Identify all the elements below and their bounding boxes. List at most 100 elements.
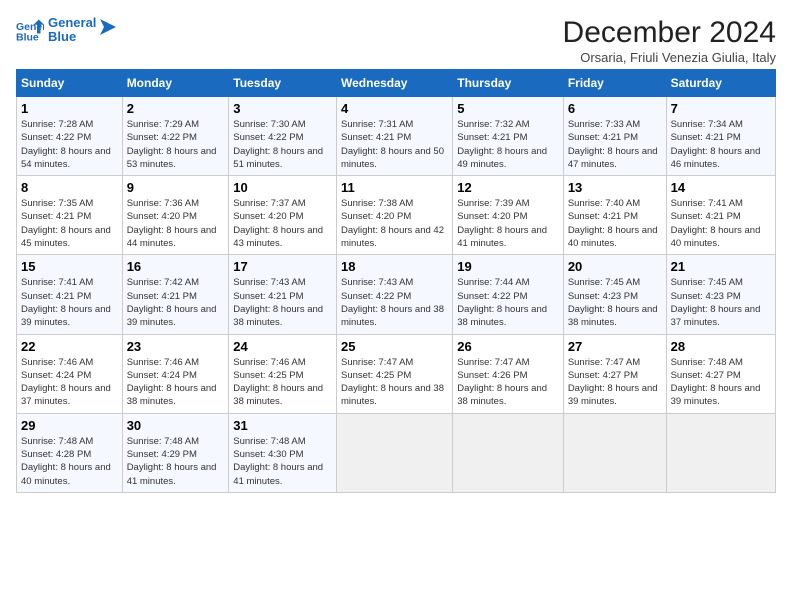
header-sunday: Sunday	[17, 70, 123, 97]
calendar-cell: 31Sunrise: 7:48 AMSunset: 4:30 PMDayligh…	[229, 413, 337, 492]
header-saturday: Saturday	[666, 70, 775, 97]
day-number: 15	[21, 259, 118, 274]
day-info: Sunrise: 7:39 AMSunset: 4:20 PMDaylight:…	[457, 197, 559, 250]
day-info: Sunrise: 7:44 AMSunset: 4:22 PMDaylight:…	[457, 276, 559, 329]
calendar-cell: 1 Sunrise: 7:28 AMSunset: 4:22 PMDaylight…	[17, 97, 123, 176]
logo-icon: General Blue	[16, 16, 44, 44]
calendar-cell: 12Sunrise: 7:39 AMSunset: 4:20 PMDayligh…	[453, 176, 564, 255]
calendar-header-row: SundayMondayTuesdayWednesdayThursdayFrid…	[17, 70, 776, 97]
header-tuesday: Tuesday	[229, 70, 337, 97]
calendar-cell: 24Sunrise: 7:46 AMSunset: 4:25 PMDayligh…	[229, 334, 337, 413]
day-number: 30	[127, 418, 225, 433]
page-subtitle: Orsaria, Friuli Venezia Giulia, Italy	[563, 50, 776, 65]
day-number: 31	[233, 418, 332, 433]
calendar-cell: 11 Sunrise: 7:38 AMSunset: 4:20 PMDayligh…	[337, 176, 453, 255]
calendar-cell: 22Sunrise: 7:46 AMSunset: 4:24 PMDayligh…	[17, 334, 123, 413]
day-info: Sunrise: 7:31 AMSunset: 4:21 PMDaylight:…	[341, 118, 448, 171]
week-row-4: 22Sunrise: 7:46 AMSunset: 4:24 PMDayligh…	[17, 334, 776, 413]
calendar-cell: 29 Sunrise: 7:48 AMSunset: 4:28 PMDayligh…	[17, 413, 123, 492]
calendar-cell: 25Sunrise: 7:47 AMSunset: 4:25 PMDayligh…	[337, 334, 453, 413]
day-number: 17	[233, 259, 332, 274]
day-info: Sunrise: 7:28 AMSunset: 4:22 PMDaylight:…	[21, 118, 118, 171]
calendar-cell: 17 Sunrise: 7:43 AMSunset: 4:21 PMDayligh…	[229, 255, 337, 334]
day-number: 8	[21, 180, 118, 195]
day-info: Sunrise: 7:48 AMSunset: 4:29 PMDaylight:…	[127, 435, 225, 488]
day-number: 4	[341, 101, 448, 116]
day-info: Sunrise: 7:30 AMSunset: 4:22 PMDaylight:…	[233, 118, 332, 171]
day-number: 18	[341, 259, 448, 274]
day-number: 28	[671, 339, 771, 354]
day-number: 10	[233, 180, 332, 195]
calendar-cell: 13 Sunrise: 7:40 AMSunset: 4:21 PMDayligh…	[563, 176, 666, 255]
logo: General Blue General Blue	[16, 16, 116, 45]
day-number: 3	[233, 101, 332, 116]
calendar-cell: 30 Sunrise: 7:48 AMSunset: 4:29 PMDayligh…	[122, 413, 229, 492]
day-info: Sunrise: 7:40 AMSunset: 4:21 PMDaylight:…	[568, 197, 662, 250]
calendar-cell: 6 Sunrise: 7:33 AMSunset: 4:21 PMDaylight…	[563, 97, 666, 176]
day-number: 1	[21, 101, 118, 116]
day-info: Sunrise: 7:41 AMSunset: 4:21 PMDaylight:…	[671, 197, 771, 250]
day-info: Sunrise: 7:47 AMSunset: 4:27 PMDaylight:…	[568, 356, 662, 409]
calendar-cell: 28 Sunrise: 7:48 AMSunset: 4:27 PMDayligh…	[666, 334, 775, 413]
calendar-cell: 26Sunrise: 7:47 AMSunset: 4:26 PMDayligh…	[453, 334, 564, 413]
calendar-cell: 23Sunrise: 7:46 AMSunset: 4:24 PMDayligh…	[122, 334, 229, 413]
calendar-cell: 2 Sunrise: 7:29 AMSunset: 4:22 PMDaylight…	[122, 97, 229, 176]
day-info: Sunrise: 7:46 AMSunset: 4:25 PMDaylight:…	[233, 356, 332, 409]
day-info: Sunrise: 7:48 AMSunset: 4:28 PMDaylight:…	[21, 435, 118, 488]
header-friday: Friday	[563, 70, 666, 97]
week-row-3: 15 Sunrise: 7:41 AMSunset: 4:21 PMDayligh…	[17, 255, 776, 334]
calendar-cell: 18Sunrise: 7:43 AMSunset: 4:22 PMDayligh…	[337, 255, 453, 334]
day-info: Sunrise: 7:45 AMSunset: 4:23 PMDaylight:…	[568, 276, 662, 329]
calendar-cell	[563, 413, 666, 492]
header-wednesday: Wednesday	[337, 70, 453, 97]
day-number: 26	[457, 339, 559, 354]
calendar-cell: 9 Sunrise: 7:36 AMSunset: 4:20 PMDaylight…	[122, 176, 229, 255]
logo-general: General	[48, 16, 96, 30]
day-number: 27	[568, 339, 662, 354]
calendar-cell: 16Sunrise: 7:42 AMSunset: 4:21 PMDayligh…	[122, 255, 229, 334]
calendar-cell: 4 Sunrise: 7:31 AMSunset: 4:21 PMDaylight…	[337, 97, 453, 176]
week-row-5: 29 Sunrise: 7:48 AMSunset: 4:28 PMDayligh…	[17, 413, 776, 492]
page-title: December 2024	[563, 16, 776, 50]
day-number: 2	[127, 101, 225, 116]
day-info: Sunrise: 7:37 AMSunset: 4:20 PMDaylight:…	[233, 197, 332, 250]
week-row-2: 8 Sunrise: 7:35 AMSunset: 4:21 PMDaylight…	[17, 176, 776, 255]
calendar-cell: 27 Sunrise: 7:47 AMSunset: 4:27 PMDayligh…	[563, 334, 666, 413]
day-info: Sunrise: 7:29 AMSunset: 4:22 PMDaylight:…	[127, 118, 225, 171]
calendar-cell: 21Sunrise: 7:45 AMSunset: 4:23 PMDayligh…	[666, 255, 775, 334]
calendar-cell: 19Sunrise: 7:44 AMSunset: 4:22 PMDayligh…	[453, 255, 564, 334]
calendar-cell: 8 Sunrise: 7:35 AMSunset: 4:21 PMDaylight…	[17, 176, 123, 255]
calendar-table: SundayMondayTuesdayWednesdayThursdayFrid…	[16, 69, 776, 493]
day-info: Sunrise: 7:33 AMSunset: 4:21 PMDaylight:…	[568, 118, 662, 171]
header-thursday: Thursday	[453, 70, 564, 97]
day-number: 9	[127, 180, 225, 195]
day-info: Sunrise: 7:48 AMSunset: 4:27 PMDaylight:…	[671, 356, 771, 409]
day-info: Sunrise: 7:43 AMSunset: 4:21 PMDaylight:…	[233, 276, 332, 329]
day-number: 7	[671, 101, 771, 116]
day-info: Sunrise: 7:41 AMSunset: 4:21 PMDaylight:…	[21, 276, 118, 329]
calendar-cell: 7 Sunrise: 7:34 AMSunset: 4:21 PMDaylight…	[666, 97, 775, 176]
day-number: 20	[568, 259, 662, 274]
day-number: 25	[341, 339, 448, 354]
calendar-cell: 3 Sunrise: 7:30 AMSunset: 4:22 PMDaylight…	[229, 97, 337, 176]
day-number: 16	[127, 259, 225, 274]
header-area: General Blue General Blue December 2024 …	[16, 16, 776, 65]
day-info: Sunrise: 7:45 AMSunset: 4:23 PMDaylight:…	[671, 276, 771, 329]
day-info: Sunrise: 7:36 AMSunset: 4:20 PMDaylight:…	[127, 197, 225, 250]
day-number: 14	[671, 180, 771, 195]
day-number: 13	[568, 180, 662, 195]
day-info: Sunrise: 7:38 AMSunset: 4:20 PMDaylight:…	[341, 197, 448, 250]
logo-arrow-icon	[100, 19, 116, 41]
calendar-cell	[337, 413, 453, 492]
day-number: 11	[341, 180, 448, 195]
day-number: 29	[21, 418, 118, 433]
day-info: Sunrise: 7:34 AMSunset: 4:21 PMDaylight:…	[671, 118, 771, 171]
header-monday: Monday	[122, 70, 229, 97]
day-info: Sunrise: 7:32 AMSunset: 4:21 PMDaylight:…	[457, 118, 559, 171]
calendar-cell	[453, 413, 564, 492]
calendar-cell: 20 Sunrise: 7:45 AMSunset: 4:23 PMDayligh…	[563, 255, 666, 334]
calendar-cell: 10 Sunrise: 7:37 AMSunset: 4:20 PMDayligh…	[229, 176, 337, 255]
day-number: 6	[568, 101, 662, 116]
day-info: Sunrise: 7:35 AMSunset: 4:21 PMDaylight:…	[21, 197, 118, 250]
day-info: Sunrise: 7:46 AMSunset: 4:24 PMDaylight:…	[127, 356, 225, 409]
